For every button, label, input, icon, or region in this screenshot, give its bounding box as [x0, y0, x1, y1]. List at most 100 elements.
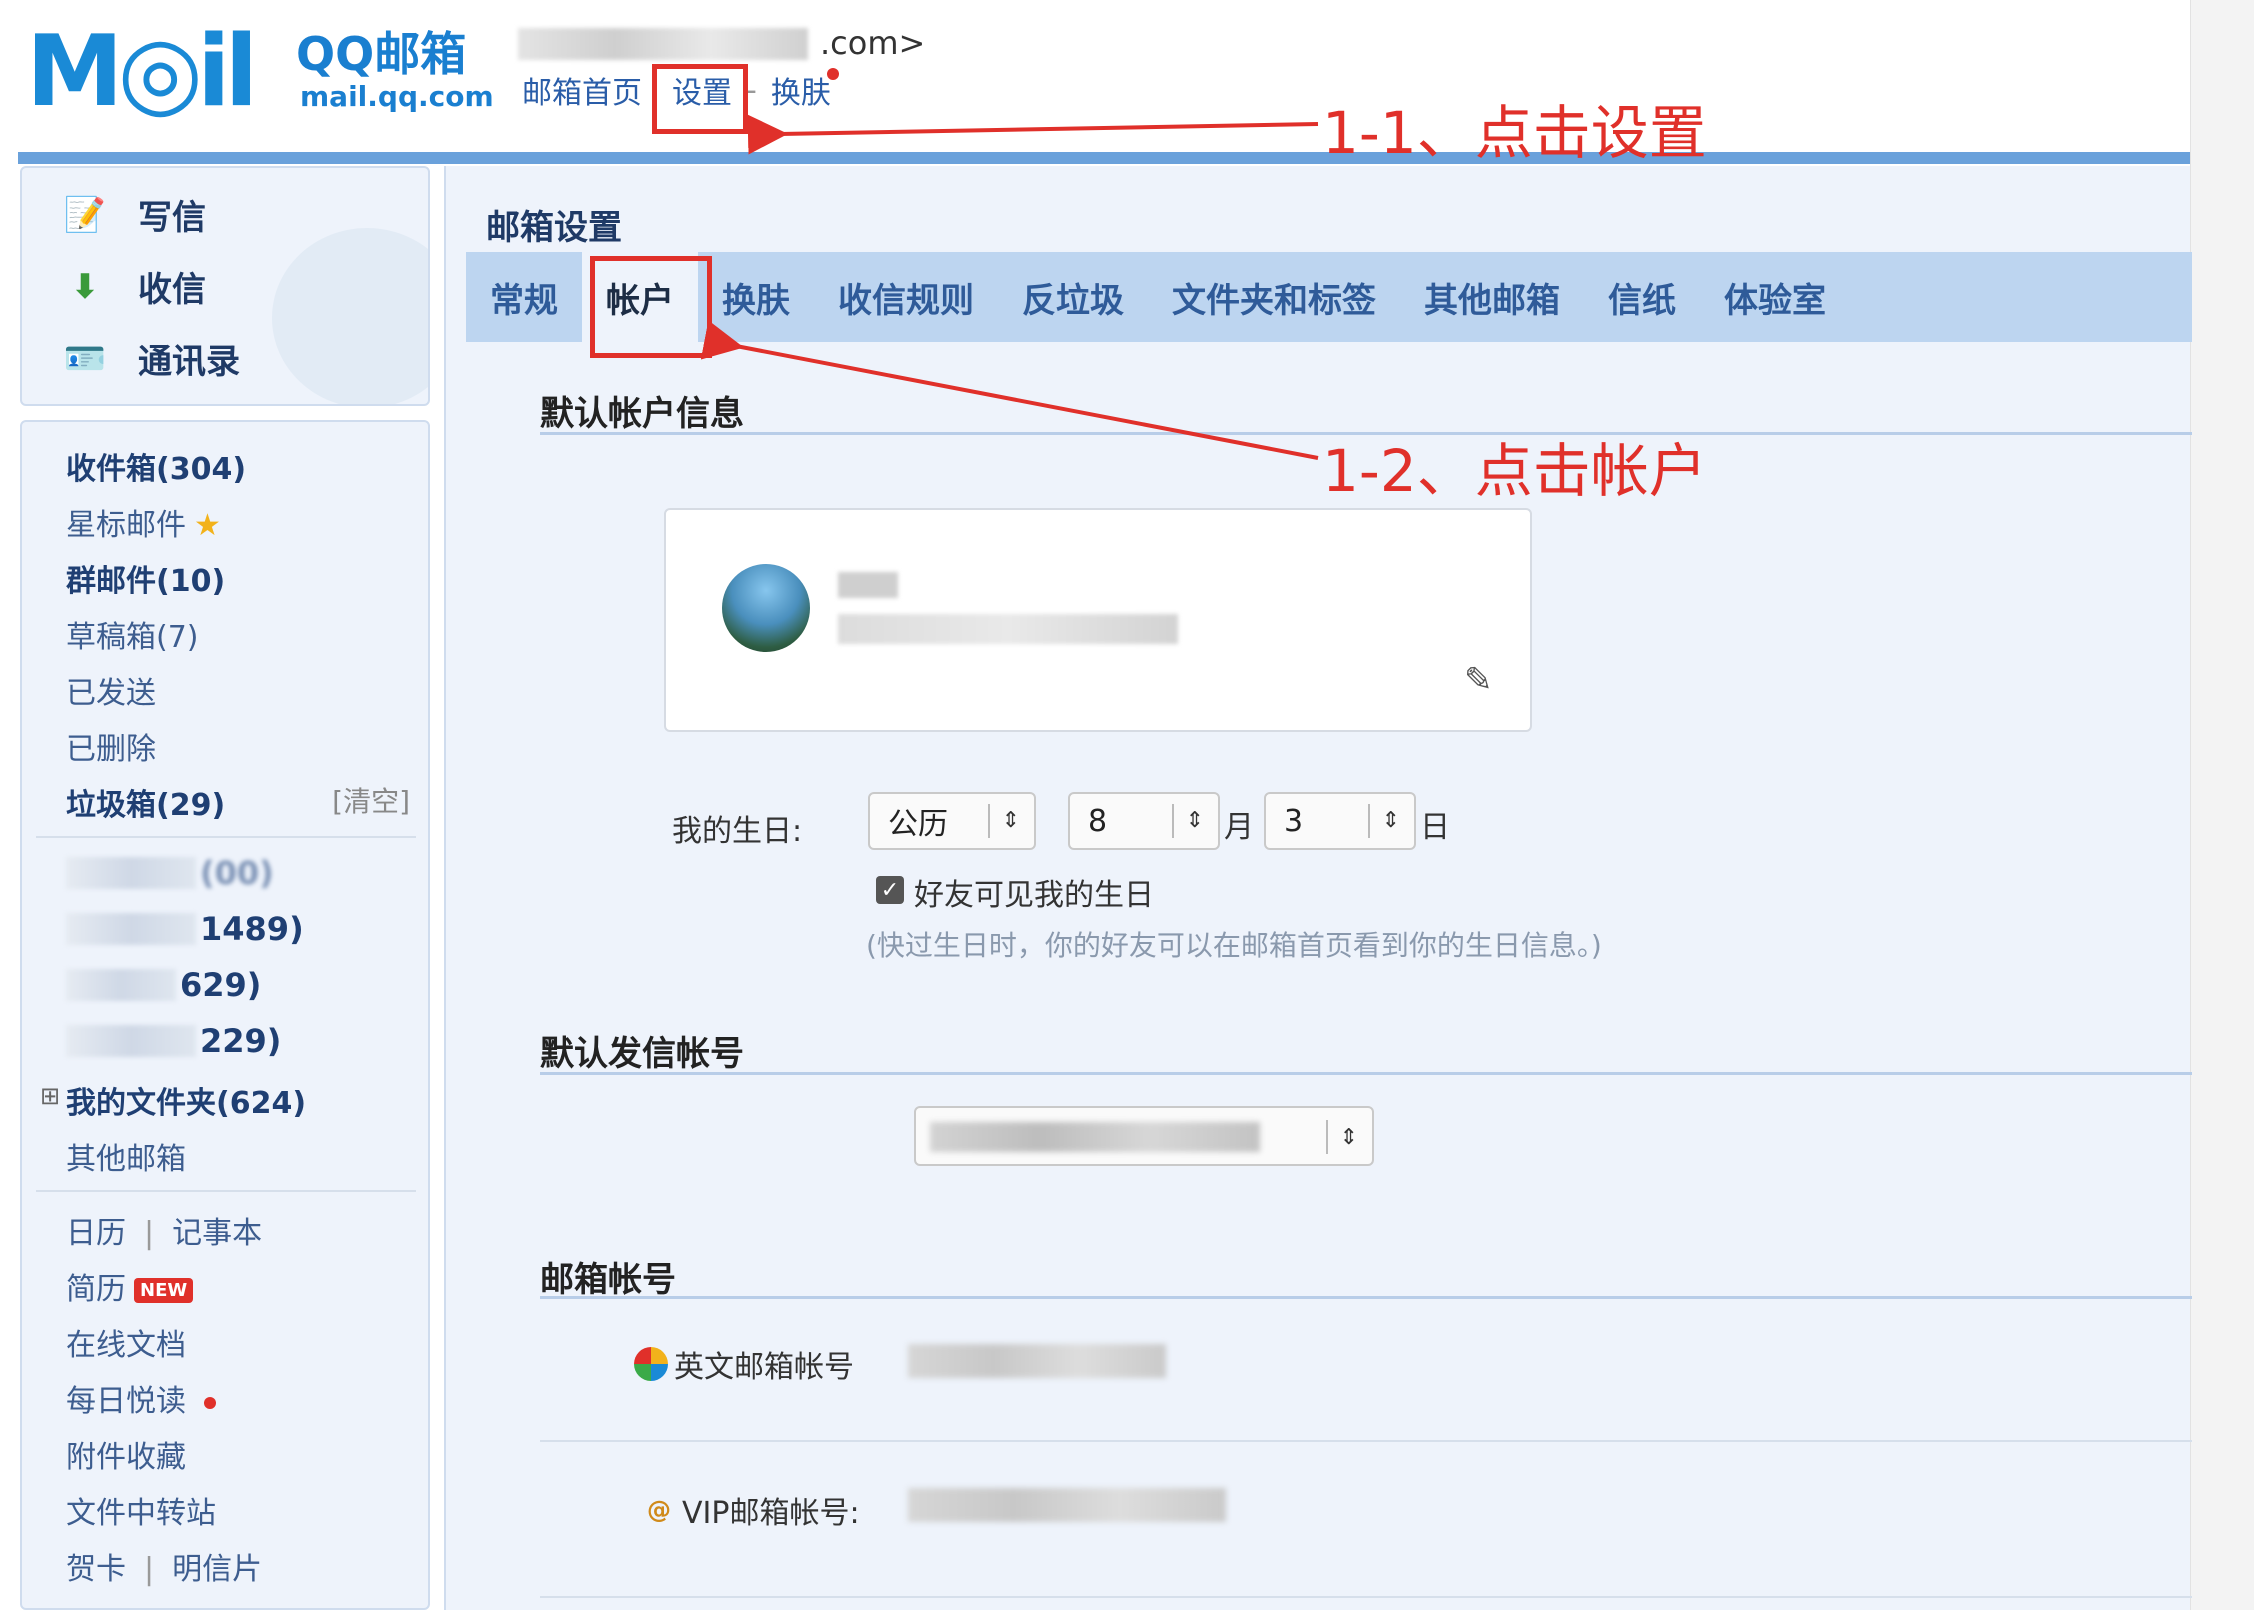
nav-skin[interactable]: 换肤 [771, 68, 831, 112]
folder-sent[interactable]: 已发送 [66, 668, 156, 712]
birthday-hint: (快过生日时，你的好友可以在邮箱首页看到你的生日信息。) [866, 924, 1602, 964]
folder-drafts[interactable]: 草稿箱(7) [66, 612, 199, 656]
default-sender-select[interactable]: ⇕ [914, 1106, 1374, 1166]
english-account-value-blurred [908, 1344, 1166, 1378]
profile-card: ✎ [664, 508, 1532, 732]
row-divider [540, 1596, 2192, 1598]
blurred-account-2[interactable]: 1489) [66, 910, 304, 948]
pencil-edit-icon[interactable]: ✎ [1464, 660, 1493, 700]
tab-antispam[interactable]: 反垃圾 [998, 252, 1148, 342]
blurred-account-4[interactable]: 229) [66, 1022, 281, 1060]
select-arrow-icon: ⇕ [1172, 804, 1204, 838]
month-unit: 月 [1224, 802, 1254, 846]
tab-skin[interactable]: 换肤 [698, 252, 814, 342]
birthday-visible-checkbox[interactable]: ✓ [876, 876, 904, 904]
english-account-row: 英文邮箱帐号 [634, 1342, 854, 1386]
birthday-label: 我的生日: [672, 806, 802, 850]
compose-button[interactable]: 📝 写信 [62, 190, 206, 239]
folder-inbox[interactable]: 收件箱(304) [66, 444, 246, 488]
star-icon: ★ [194, 508, 221, 543]
online-docs-link[interactable]: 在线文档 [66, 1320, 186, 1364]
sidebar-folders-panel: 收件箱(304) 星标邮件★ 群邮件(10) 草稿箱(7) 已发送 已删除 垃圾… [20, 420, 430, 1610]
page-scrollbar[interactable] [2190, 0, 2254, 1610]
page-title: 邮箱设置 [486, 200, 622, 249]
folder-starred[interactable]: 星标邮件★ [66, 500, 221, 544]
daily-read-link[interactable]: 每日悦读 [66, 1376, 216, 1420]
blurred-account-name [66, 969, 176, 1001]
pencil-note-icon: 📝 [62, 195, 108, 235]
tab-general[interactable]: 常规 [466, 252, 582, 342]
vip-account-label: VIP邮箱帐号: [682, 1488, 860, 1532]
notes-link[interactable]: 记事本 [172, 1216, 262, 1251]
blurred-account-count: 629) [180, 966, 261, 1004]
folder-spam-label: 垃圾箱(29) [66, 788, 225, 823]
section-default-sender: 默认发信帐号 [540, 1026, 744, 1075]
blurred-account-name [66, 1025, 196, 1057]
sidebar-divider [36, 1190, 416, 1192]
annotation-box-settings [652, 64, 748, 134]
folder-spam[interactable]: 垃圾箱(29) [清空] [66, 780, 426, 824]
spam-clear-link[interactable]: [清空] [332, 780, 410, 820]
birthday-day-select[interactable]: 3 ⇕ [1264, 792, 1416, 850]
annotation-step-1: 1-1、点击设置 [1322, 86, 1707, 170]
tab-rules[interactable]: 收信规则 [814, 252, 998, 342]
tab-lab[interactable]: 体验室 [1700, 252, 1850, 342]
logo-mail-mark: M◎il [26, 22, 252, 122]
birthday-visible-label: 好友可见我的生日 [914, 870, 1154, 914]
calendar-link[interactable]: 日历 [66, 1216, 126, 1251]
section-default-account: 默认帐户信息 [540, 386, 744, 435]
row-divider [540, 1440, 2192, 1442]
settings-main: 邮箱设置 常规 帐户 换肤 收信规则 反垃圾 文件夹和标签 其他邮箱 信纸 体验… [444, 166, 2190, 1610]
account-email-suffix: .com> [820, 24, 925, 62]
birthday-day-value: 3 [1284, 804, 1303, 839]
skin-notification-dot [827, 68, 839, 80]
settings-tabs: 常规 帐户 换肤 收信规则 反垃圾 文件夹和标签 其他邮箱 信纸 体验室 [466, 252, 2192, 342]
birthday-month-select[interactable]: 8 ⇕ [1068, 792, 1220, 850]
separator: | [144, 1552, 154, 1587]
logo-brand-name: QQ邮箱 [296, 28, 466, 80]
greeting-card-link[interactable]: 贺卡 [66, 1552, 126, 1587]
sidebar-actions-panel: 📝 写信 ⬇ 收信 🪪 通讯录 [20, 166, 430, 406]
postcard-link[interactable]: 明信片 [172, 1552, 262, 1587]
select-arrow-icon: ⇕ [1368, 804, 1400, 838]
folder-my-folders[interactable]: 我的文件夹(624) [66, 1078, 306, 1122]
avatar[interactable] [722, 564, 810, 652]
nav-mail-home[interactable]: 邮箱首页 [522, 68, 642, 112]
folder-group-mail[interactable]: 群邮件(10) [66, 556, 225, 600]
vip-account-row: @ VIP邮箱帐号: [642, 1488, 860, 1532]
blurred-account-count: 1489) [200, 910, 304, 948]
logo-url: mail.qq.com [300, 80, 494, 114]
folder-deleted[interactable]: 已删除 [66, 724, 156, 768]
attachments-link[interactable]: 附件收藏 [66, 1432, 186, 1476]
resume-label: 简历 [66, 1272, 126, 1307]
select-arrow-icon: ⇕ [1326, 1120, 1358, 1154]
sender-address-blurred [930, 1122, 1260, 1152]
tab-other-mailboxes[interactable]: 其他邮箱 [1400, 252, 1584, 342]
profile-email-blurred [838, 614, 1178, 644]
receive-button[interactable]: ⬇ 收信 [62, 262, 206, 311]
blurred-account-1[interactable]: (00) [66, 854, 274, 892]
sidebar-divider [36, 836, 416, 838]
tab-folders-labels[interactable]: 文件夹和标签 [1148, 252, 1400, 342]
qq-mail-logo[interactable]: M◎il QQ邮箱 mail.qq.com [26, 22, 486, 122]
calendar-type-select[interactable]: 公历 ⇕ [868, 792, 1036, 850]
tab-stationery[interactable]: 信纸 [1584, 252, 1700, 342]
resume-link[interactable]: 简历NEW [66, 1264, 193, 1308]
at-sign-icon: @ [642, 1493, 676, 1527]
qq-color-icon [634, 1347, 668, 1381]
blurred-account-3[interactable]: 629) [66, 966, 261, 1004]
header-divider-bar [18, 152, 2190, 164]
annotation-box-account-tab [590, 256, 712, 358]
contacts-button[interactable]: 🪪 通讯录 [62, 334, 240, 383]
blurred-account-name [66, 857, 196, 889]
english-account-label: 英文邮箱帐号 [674, 1342, 854, 1386]
expand-my-folders-icon[interactable]: ⊞ [40, 1082, 60, 1110]
penguin-decoration-icon [272, 228, 430, 406]
notification-dot [204, 1397, 216, 1409]
download-arrow-icon: ⬇ [62, 267, 108, 307]
file-transfer-link[interactable]: 文件中转站 [66, 1488, 216, 1532]
compose-label: 写信 [138, 190, 206, 239]
birthday-month-value: 8 [1088, 804, 1107, 839]
section-divider [540, 1072, 2192, 1075]
folder-other-mailboxes[interactable]: 其他邮箱 [66, 1134, 186, 1178]
